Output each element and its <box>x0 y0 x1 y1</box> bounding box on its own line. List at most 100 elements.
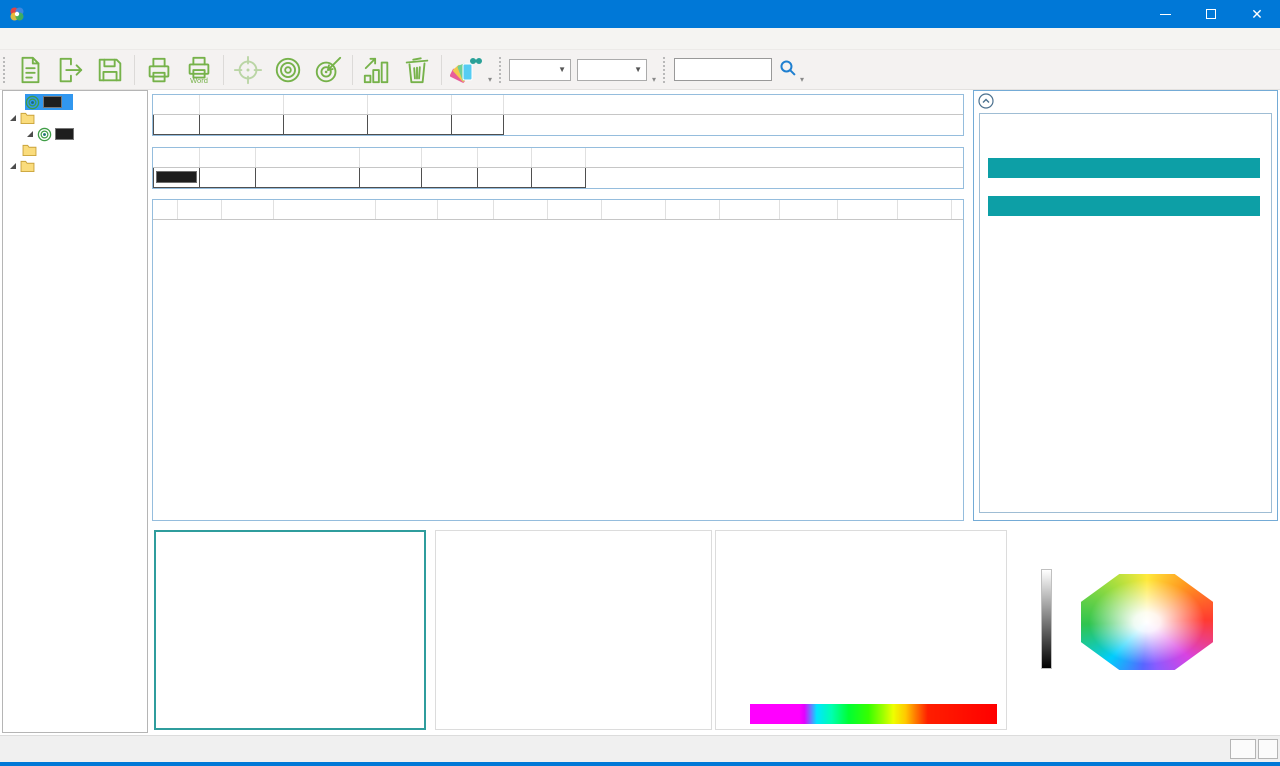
tree-folder-absolute-data[interactable] <box>3 142 147 158</box>
toolbar-separator <box>352 55 353 85</box>
tree-item-standard-node[interactable] <box>3 126 147 142</box>
lab-color-wheel-chart[interactable] <box>1010 530 1278 730</box>
col-header <box>221 200 273 219</box>
menu-settings[interactable] <box>90 36 108 42</box>
col-header-filler <box>586 148 964 167</box>
tree-folder-standard[interactable] <box>3 110 147 126</box>
search-icon[interactable] <box>778 58 798 81</box>
toolbar-separator <box>223 55 224 85</box>
tree-item-selected-sample[interactable] <box>3 94 147 110</box>
folder-icon <box>20 112 35 124</box>
col-header <box>779 200 837 219</box>
menu-sample-library[interactable] <box>54 36 72 42</box>
cell-de-limit <box>452 114 504 134</box>
cell-illuminant <box>154 114 200 134</box>
cell-a <box>478 167 532 187</box>
standard-row[interactable] <box>154 167 964 187</box>
col-header <box>665 200 719 219</box>
maximize-button[interactable] <box>1188 0 1234 28</box>
color-swatch <box>55 128 74 140</box>
toolbar: Word <box>0 50 1280 90</box>
lightness-gradient-bar <box>1041 569 1052 669</box>
menu-file[interactable] <box>0 36 18 42</box>
workspace <box>0 90 1280 735</box>
folder-icon <box>20 160 35 172</box>
col-header <box>256 148 360 167</box>
col-header-filler <box>951 200 963 219</box>
delete-button[interactable] <box>397 52 437 88</box>
cell-da-range <box>284 114 368 134</box>
export-icon <box>55 55 85 85</box>
tree-expander-icon[interactable] <box>10 115 16 121</box>
save-button[interactable] <box>90 52 130 88</box>
standard-table <box>152 147 964 189</box>
bullseye-icon <box>37 127 52 142</box>
col-header <box>422 148 478 167</box>
toolbar-separator <box>134 55 135 85</box>
toolbar-grip <box>3 57 5 83</box>
col-header <box>368 95 452 114</box>
export-button[interactable] <box>50 52 90 88</box>
col-header <box>375 200 437 219</box>
menu-data[interactable] <box>72 36 90 42</box>
app-logo-icon <box>9 6 25 22</box>
delta-stats-table <box>988 196 1260 216</box>
menu-instrument[interactable] <box>18 36 36 42</box>
spectral-reflectance-chart[interactable] <box>715 530 1007 730</box>
target-arrow-icon <box>313 55 343 85</box>
close-button[interactable]: ✕ <box>1234 0 1280 28</box>
print-word-button[interactable]: Word <box>179 52 219 88</box>
cell-b <box>532 167 586 187</box>
tree-expander-icon[interactable] <box>27 131 33 137</box>
bullseye-icon <box>25 95 40 110</box>
report-chart-button[interactable] <box>357 52 397 88</box>
toolbar-grip <box>499 57 501 83</box>
col-header <box>1092 196 1148 216</box>
auto-mode-button[interactable] <box>1230 739 1256 759</box>
col-header <box>478 148 532 167</box>
toolbar-overflow-icon[interactable]: ▾ <box>652 75 656 84</box>
col-header <box>1148 158 1204 178</box>
window-bottom-border <box>0 762 1280 766</box>
folder-icon <box>22 144 37 156</box>
cell-illuminant <box>360 167 422 187</box>
toolbar-separator <box>441 55 442 85</box>
col-header <box>532 148 586 167</box>
collapse-icon[interactable] <box>978 93 994 109</box>
measure-standard-button[interactable] <box>268 52 308 88</box>
save-icon <box>95 55 125 85</box>
print-button[interactable] <box>139 52 179 88</box>
measure-sample-button[interactable] <box>308 52 348 88</box>
tree-folder-all-samples[interactable] <box>3 158 147 174</box>
minimize-button[interactable] <box>1142 0 1188 28</box>
calibrate-button[interactable] <box>228 52 268 88</box>
chevron-down-icon: ▼ <box>550 65 566 74</box>
color-swatch <box>43 96 62 108</box>
color-card-search-button[interactable] <box>446 52 486 88</box>
col-header <box>493 200 547 219</box>
toolbar-overflow-icon[interactable]: ▾ <box>488 75 492 84</box>
delta-ab-scatter-chart[interactable] <box>154 530 426 730</box>
cielab-box <box>979 113 1272 513</box>
cell-name <box>200 167 256 187</box>
status-blank-box <box>1258 739 1278 759</box>
lab-stats-table <box>988 158 1260 178</box>
new-document-button[interactable] <box>10 52 50 88</box>
menu-help[interactable] <box>126 36 144 42</box>
tolerance-row[interactable] <box>154 114 964 134</box>
calibrate-target-icon <box>233 55 263 85</box>
menu-color-card-match[interactable] <box>108 36 126 42</box>
color-fan-icon <box>450 54 482 86</box>
col-header-filler <box>504 95 964 114</box>
col-header <box>177 200 221 219</box>
illuminant-combo[interactable]: ▼ <box>577 59 647 81</box>
tree-expander-icon[interactable] <box>10 163 16 169</box>
menu-measure[interactable] <box>36 36 54 42</box>
search-input[interactable] <box>674 58 772 81</box>
status-bar <box>0 735 1280 762</box>
mode-combo[interactable]: ▼ <box>509 59 571 81</box>
toolbar-overflow-icon[interactable]: ▾ <box>800 75 804 84</box>
col-header <box>837 200 897 219</box>
delta-e-trend-chart[interactable] <box>435 530 712 730</box>
cell-db-range <box>368 114 452 134</box>
